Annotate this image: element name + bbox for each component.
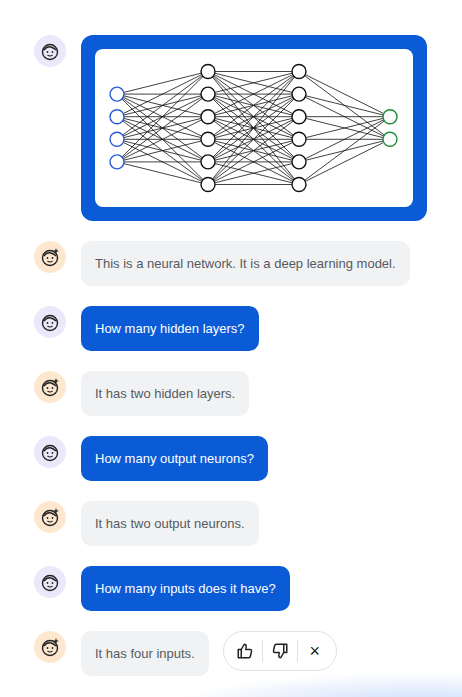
message-text: How many output neurons? (95, 451, 254, 466)
message-text: It has four inputs. (95, 646, 195, 661)
network-node (110, 110, 124, 124)
user-avatar-icon (34, 306, 66, 338)
network-node (201, 110, 215, 124)
network-node (292, 132, 306, 146)
network-node (110, 155, 124, 169)
bot-avatar-icon (34, 631, 66, 663)
network-node (383, 110, 397, 124)
thumbs-up-icon[interactable] (228, 636, 262, 666)
network-node (292, 178, 306, 192)
network-layer (110, 87, 124, 169)
message-bubble: This is a neural network. It is a deep l… (81, 241, 410, 286)
user-avatar-icon (34, 35, 66, 67)
feedback-bar: × (223, 631, 337, 671)
network-node (201, 87, 215, 101)
message-bubble: It has two hidden layers. (81, 371, 249, 416)
network-node (110, 132, 124, 146)
network-node (201, 178, 215, 192)
message-bubble: How many output neurons? (81, 436, 268, 481)
message-bubble: How many inputs does it have? (81, 566, 290, 611)
bot-message: This is a neural network. It is a deep l… (34, 241, 462, 286)
network-node (292, 87, 306, 101)
thumbs-down-icon[interactable] (263, 636, 297, 666)
network-layer (383, 110, 397, 147)
user-message: How many hidden layers? (34, 306, 462, 351)
bot-avatar-icon (34, 501, 66, 533)
network-node (110, 87, 124, 101)
user-message: How many inputs does it have? (34, 566, 462, 611)
message-with-feedback: It has four inputs. × (81, 631, 337, 676)
network-node (383, 132, 397, 146)
message-bubble: It has two output neurons. (81, 501, 259, 546)
network-node (201, 155, 215, 169)
neural-network-diagram (95, 49, 413, 207)
bot-avatar-icon (34, 371, 66, 403)
network-node (201, 132, 215, 146)
user-avatar-icon (34, 566, 66, 598)
message-bubble: How many hidden layers? (81, 306, 259, 351)
separator (262, 640, 263, 662)
message-bubble: It has four inputs. (81, 631, 209, 676)
message-text: How many inputs does it have? (95, 581, 276, 596)
chat-thread: This is a neural network. It is a deep l… (0, 0, 462, 676)
bot-message: It has four inputs. × (34, 631, 462, 676)
message-text: This is a neural network. It is a deep l… (95, 256, 396, 271)
user-message: How many output neurons? (34, 436, 462, 481)
network-node (201, 65, 215, 79)
message-text: It has two hidden layers. (95, 386, 235, 401)
bot-avatar-icon (34, 241, 66, 273)
network-layer (201, 65, 215, 192)
bot-message: It has two hidden layers. (34, 371, 462, 416)
network-layer (292, 65, 306, 192)
bot-message: It has two output neurons. (34, 501, 462, 546)
user-message (34, 35, 462, 221)
network-node (292, 65, 306, 79)
message-text: How many hidden layers? (95, 321, 245, 336)
network-node (292, 155, 306, 169)
network-node (292, 110, 306, 124)
message-text: It has two output neurons. (95, 516, 245, 531)
user-avatar-icon (34, 436, 66, 468)
separator (297, 640, 298, 662)
image-attachment[interactable] (81, 35, 427, 221)
close-button[interactable]: × (298, 636, 332, 666)
